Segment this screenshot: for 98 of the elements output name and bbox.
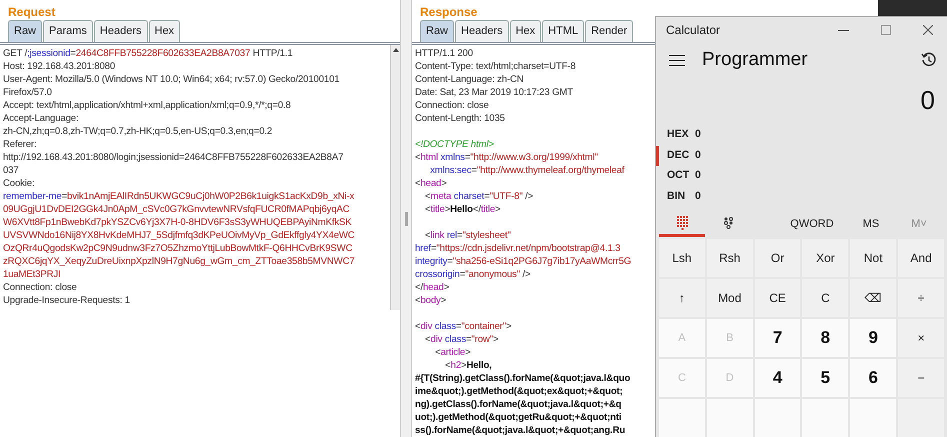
display-value: 0 xyxy=(920,84,935,117)
code-line: <!DOCTYPE html> xyxy=(415,138,494,151)
calculator-key[interactable]: × xyxy=(898,319,944,357)
code-line: Firefox/57.0 xyxy=(3,86,52,99)
code-line: xmlns:sec="http://www.thymeleaf.org/thymeleaf xyxy=(429,164,624,177)
code-line: <h2>Hello, xyxy=(444,359,492,372)
calculator-key[interactable]: ÷ xyxy=(898,279,944,317)
code-line: 09UGgjU1DvDEI2GGk4Jn0ApM_cSVc0G7kGnvvtewNRVsfqFUCR0fMAPqbj6yqAC xyxy=(3,203,350,216)
code-line: crossorigin="anonymous" /> xyxy=(415,268,530,281)
calculator-key[interactable]: Xor xyxy=(802,239,848,277)
tab[interactable]: Raw xyxy=(420,20,454,42)
calculator-key[interactable]: 5 xyxy=(802,359,848,397)
code-line: ime&quot;).getMethod(&quot;ex&quot;+&quot; xyxy=(415,385,623,398)
tab[interactable]: Headers xyxy=(455,20,509,42)
radix-row[interactable]: DEC 0 xyxy=(656,146,947,166)
close-icon[interactable] xyxy=(923,25,933,36)
code-line: HTTP/1.1 200 xyxy=(415,47,473,60)
code-line: User-Agent: Mozilla/5.0 (Windows NT 10.0; Win64; x64; rv:57.0) Gecko/20100101 xyxy=(3,73,340,86)
code-line: UVSVWNdo16Nij8YX8HvKdeMHJ7_5Sdjfmfq3dKPeUOivMyVp_GdEkffgly4YX4eWC xyxy=(3,229,355,242)
radix-row[interactable]: BIN 0 xyxy=(656,186,947,207)
calculator-key[interactable]: − xyxy=(898,359,944,397)
code-line: Upgrade-Insecure-Requests: 1 xyxy=(3,294,130,307)
calculator-key[interactable]: ⌫ xyxy=(850,279,896,317)
code-line: ss().forName(&quot;java.l&quot;+&quot;ang.Ru xyxy=(415,424,626,437)
code-line: <meta charset="UTF-8" /> xyxy=(424,190,534,203)
scrollbar[interactable] xyxy=(390,45,400,310)
radix-row[interactable]: OCT 0 xyxy=(656,166,947,186)
tab[interactable]: Hex xyxy=(510,20,542,42)
code-line: <div class="row"> xyxy=(424,333,498,346)
scroll-up-icon[interactable] xyxy=(392,48,398,52)
calculator-key[interactable]: Not xyxy=(850,239,896,277)
bit-toggle-icon xyxy=(724,216,732,228)
code-line: uot;).getMethod(&quot;getRu&quot;+&quot;nti xyxy=(415,411,622,424)
code-line: Accept: text/html,application/xhtml+xml,application/xml;q=0.9,*/*;q=0.8 xyxy=(3,99,291,112)
code-line: href="https://cdn.jsdelivr.net/npm/bootstrap@4.1.3 xyxy=(415,242,620,255)
calculator-key[interactable]: C xyxy=(802,279,848,317)
calculator-key[interactable]: Lsh xyxy=(659,239,705,277)
calculator-key[interactable]: ↑ xyxy=(659,279,705,317)
code-line: Cookie: xyxy=(3,177,34,190)
code-line: W6XVtt8Fp1nBwebKd7pkYSZCv6Yj3X7H-0-8HDV6F3sS3yWHUQEBPAyiNmKfkSK xyxy=(3,216,352,229)
panel-title: Response xyxy=(419,4,478,20)
splitter-grip-icon[interactable] xyxy=(404,212,408,226)
code-line: Connection: close xyxy=(415,99,489,112)
tab[interactable]: Hex xyxy=(148,20,180,42)
calculator-key[interactable]: 7 xyxy=(754,319,800,357)
memory-button[interactable]: MS xyxy=(847,216,895,232)
window-title: Calculator xyxy=(666,22,722,40)
code-line: remember-me=bvik1nAmjEAlIRdn5UKWGC9uCj0hW0P2B6k1uigkS1acKxD9b_xNi-x xyxy=(3,190,354,203)
code-line: Content-Length: 1035 xyxy=(415,112,505,125)
code-line: <link rel="stylesheet" xyxy=(424,229,511,242)
code-line: OzQRr4uQgodsKw2pC9N9udnw3Fz7O5ZhzmoYttjLubBowMtkF-Q6HHCvBrK9SWC xyxy=(3,242,352,255)
code-line: Content-Language: zh-CN xyxy=(415,73,524,86)
code-line: ng).getClass().forName(&quot;java.l&quot;+&q xyxy=(415,398,622,411)
calculator-key[interactable]: 6 xyxy=(850,359,896,397)
tab[interactable]: HTML xyxy=(542,20,584,42)
code-line: #{T(String).getClass().forName(&quot;java.l&quo xyxy=(415,372,630,385)
code-line: zh-CN,zh;q=0.8,zh-TW;q=0.7,zh-HK;q=0.5,en-US;q=0.3,en;q=0.2 xyxy=(3,125,272,138)
calculator-key[interactable]: And xyxy=(898,239,944,277)
word-size-button[interactable]: QWORD xyxy=(777,216,847,232)
code-line: <body> xyxy=(415,294,446,307)
keypad-icon xyxy=(676,216,688,230)
code-line: Referer: xyxy=(3,138,36,151)
code-line: integrity="sha256-eSi1q2PG6J7g7ib17yAaWMcrr5G xyxy=(415,255,632,268)
tab[interactable]: Headers xyxy=(94,20,148,42)
code-line: zRQXC6jqYX_XeqyZuDreUixnpXpzlN9H7gNu6g_wGm_cm_ZTToae358b5MVNWC7 xyxy=(3,255,355,268)
calculator-key[interactable]: 4 xyxy=(754,359,800,397)
calculator-key[interactable]: Rsh xyxy=(706,239,753,277)
mode-title: Programmer xyxy=(702,48,809,72)
code-line: <article> xyxy=(434,346,471,359)
code-line: Host: 192.168.43.201:8080 xyxy=(3,60,116,73)
calculator-key[interactable]: 8 xyxy=(802,319,848,357)
desktop-background xyxy=(878,0,947,16)
tab[interactable]: Params xyxy=(43,20,93,42)
minimize-icon[interactable] xyxy=(838,30,849,31)
panel-title: Request xyxy=(7,4,56,20)
code-line: Date: Sat, 23 Mar 2019 10:17:23 GMT xyxy=(415,86,573,99)
code-line: http://192.168.43.201:8080/login;jsessionid=2464C8FFB755228F602633EA2B8A7 xyxy=(3,151,344,164)
calculator-key[interactable]: Mod xyxy=(706,279,753,317)
code-line: Content-Type: text/html;charset=UTF-8 xyxy=(415,60,576,73)
radix-row[interactable]: HEX 0 xyxy=(656,125,947,146)
code-line: <head> xyxy=(415,177,447,190)
calculator-key[interactable]: 9 xyxy=(850,319,896,357)
code-line: 037 xyxy=(3,164,19,177)
code-line: Accept-Language: xyxy=(3,112,78,125)
code-line: <title>Hello</title> xyxy=(424,203,500,216)
calculator-key[interactable]: Or xyxy=(754,239,800,277)
code-line: <html xmlns="http://www.w3.org/1999/xhtml" xyxy=(415,151,598,164)
code-line: Connection: close xyxy=(3,281,77,294)
code-line: GET /;jsessionid=2464C8FFB755228F602633EA2B8A7037 HTTP/1.1 xyxy=(3,47,293,60)
code-line: <div class="container"> xyxy=(415,320,512,333)
history-icon[interactable] xyxy=(921,52,937,68)
code-line: </head> xyxy=(415,281,450,294)
maximize-icon[interactable] xyxy=(881,25,891,36)
tab[interactable]: Render xyxy=(585,20,634,42)
code-line: 1uaMEt3PRJI xyxy=(3,268,61,281)
calculator-key[interactable]: CE xyxy=(754,279,800,317)
tab[interactable]: Raw xyxy=(8,20,42,42)
menu-icon[interactable] xyxy=(669,54,685,66)
